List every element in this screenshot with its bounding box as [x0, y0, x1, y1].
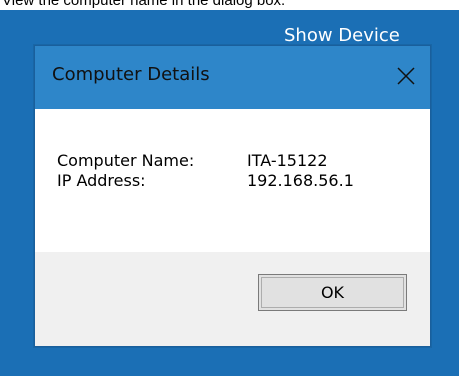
dialog-content: Computer Name: ITA-15122 IP Address: 192… [35, 109, 430, 252]
dialog-titlebar[interactable]: Computer Details [35, 46, 430, 109]
show-device-label[interactable]: Show Device [284, 25, 400, 46]
ok-button[interactable]: OK [258, 274, 407, 311]
close-icon [397, 67, 415, 85]
computer-name-label: Computer Name: [57, 151, 195, 170]
close-button[interactable] [386, 56, 426, 96]
dialog-title: Computer Details [52, 64, 210, 85]
ip-address-label: IP Address: [57, 171, 146, 190]
instruction-text: View the computer name in the dialog box… [2, 0, 286, 9]
computer-details-dialog: Computer Details Computer Name: ITA-1512… [34, 45, 431, 347]
ip-address-value: 192.168.56.1 [247, 171, 354, 190]
computer-info: Computer Name: ITA-15122 IP Address: 192… [57, 151, 354, 190]
computer-name-value: ITA-15122 [247, 151, 328, 170]
dialog-footer: OK [35, 252, 430, 346]
